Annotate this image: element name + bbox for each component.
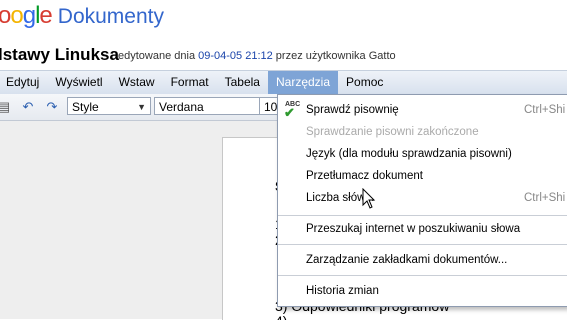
menu-separator xyxy=(278,215,567,216)
font-select[interactable]: Verdana ▼ xyxy=(154,97,274,115)
edit-mid: przez użytkownika xyxy=(272,50,369,62)
menu-separator xyxy=(278,244,567,245)
font-size-value: 10 xyxy=(264,100,278,114)
mouse-cursor-icon xyxy=(362,188,376,209)
style-select[interactable]: Style ▼ xyxy=(67,97,151,115)
menu-tools[interactable]: Narzędzia xyxy=(267,71,339,94)
edit-user: Gatto xyxy=(368,50,396,62)
menu-edit[interactable]: Edytuj xyxy=(0,71,47,94)
menu-item-manage-bookmarks[interactable]: Zarządzanie zakładkami dokumentów... xyxy=(278,249,567,271)
menu-item-word-count[interactable]: Liczba słów... Ctrl+Shi xyxy=(278,187,567,209)
menu-table[interactable]: Tabela xyxy=(217,71,268,94)
font-select-value: Verdana xyxy=(159,100,204,114)
menu-view[interactable]: Wyświetl xyxy=(47,71,110,94)
undo-icon[interactable]: ↶ xyxy=(20,100,36,114)
product-name: Dokumenty xyxy=(57,5,164,28)
edit-date-link[interactable]: 09-04-05 21:12 xyxy=(198,50,273,62)
spellcheck-icon: ABC ✔ xyxy=(284,101,301,120)
menu-item-translate[interactable]: Przetłumacz dokument xyxy=(278,165,567,187)
menu-item-language[interactable]: Język (dla modułu sprawdzania pisowni) xyxy=(278,143,567,165)
tools-menu: ABC ✔ Sprawdź pisownię Ctrl+Shi Sprawdzan… xyxy=(277,94,567,307)
redo-icon[interactable]: ↷ xyxy=(44,100,60,114)
menu-separator xyxy=(278,275,567,276)
google-docs-logo[interactable]: oogle Dokumenty xyxy=(0,2,164,32)
style-select-value: Style xyxy=(72,100,99,114)
logo-letters: oogle xyxy=(0,2,53,29)
edit-prefix: edytowane dnia xyxy=(118,50,199,62)
menu-item-search-web[interactable]: Przeszukaj internet w poszukiwaniu słowa xyxy=(278,218,567,240)
edit-info: edytowane dnia 09-04-05 21:12 przez użyt… xyxy=(118,50,396,62)
menu-item-spellcheck[interactable]: ABC ✔ Sprawdź pisownię Ctrl+Shi xyxy=(278,99,567,121)
menubar: Edytuj Wyświetl Wstaw Format Tabela Narz… xyxy=(0,70,567,95)
menu-help[interactable]: Pomoc xyxy=(338,71,391,94)
menu-item-history[interactable]: Historia zmian xyxy=(278,280,567,302)
chevron-down-icon: ▼ xyxy=(137,102,146,112)
menu-insert[interactable]: Wstaw xyxy=(111,71,163,94)
document-title[interactable]: lstawy Linuksa xyxy=(0,45,119,65)
menu-format[interactable]: Format xyxy=(163,71,217,94)
menu-item-spellcheck-done: Sprawdzanie pisowni zakończone xyxy=(306,126,479,138)
print-icon[interactable]: ▤ xyxy=(0,100,12,114)
